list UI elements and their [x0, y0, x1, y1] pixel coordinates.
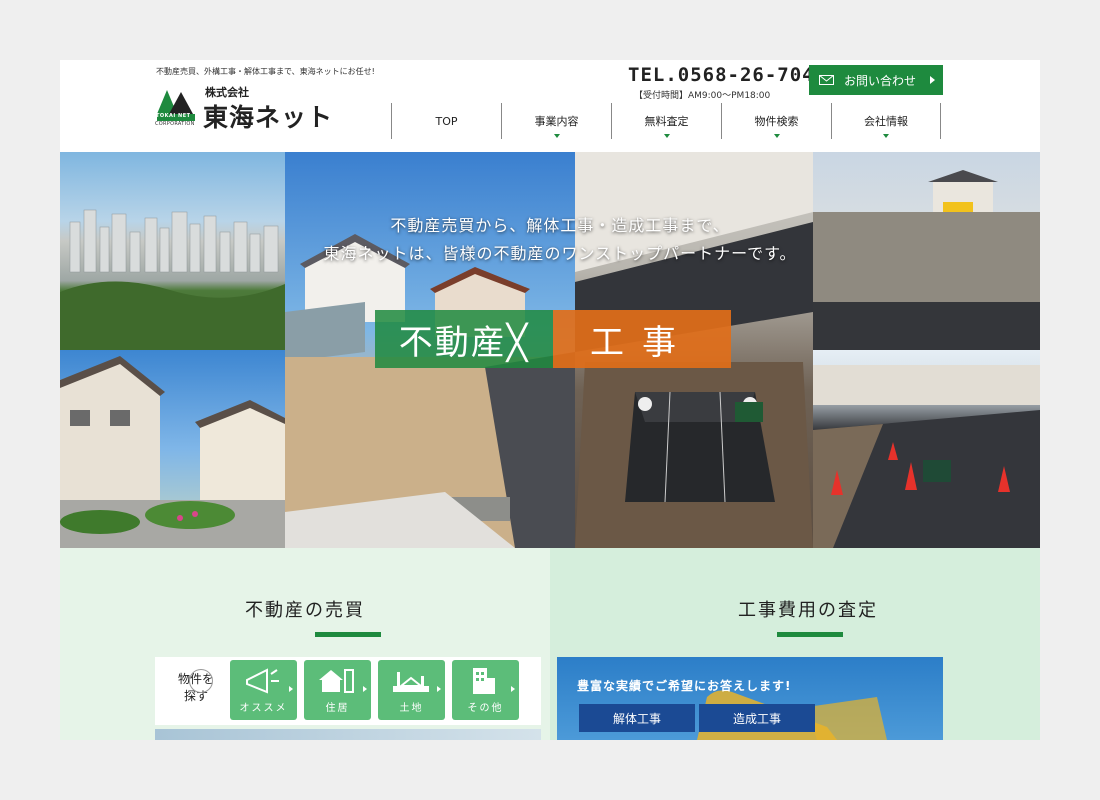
nav-item-label: 事業内容	[534, 115, 579, 128]
hero-title: 不動産╳ 工事	[375, 310, 731, 368]
search-icon	[189, 669, 213, 693]
category-label: 土地	[399, 703, 424, 714]
mail-icon	[819, 75, 834, 85]
road-cones-photo	[813, 350, 1040, 548]
nav-item-property-search[interactable]: 物件検索	[721, 103, 831, 139]
contact-button[interactable]: お問い合わせ	[809, 65, 943, 95]
real-estate-photo	[155, 729, 541, 740]
construction-estimate-message: 豊富な実績でご希望にお答えします!	[577, 679, 792, 693]
hero-banner: 不動産売買から、解体工事・造成工事まで、 東海ネットは、皆様の不動産のワンストッ…	[60, 152, 1040, 548]
megaphone-icon	[246, 668, 279, 694]
logo-mark-text: TOKAI NET	[156, 113, 191, 119]
category-land[interactable]: 土地	[378, 660, 445, 720]
site-header: 不動産売買、外構工事・解体工事まで、東海ネットにお任せ! TOKAI NET C…	[60, 60, 1040, 152]
category-label: 住居	[325, 703, 350, 714]
category-label: その他	[467, 703, 504, 714]
building-icon	[473, 668, 495, 694]
hero-line-2: 東海ネットは、皆様の不動産のワンストップパートナーです。	[323, 244, 797, 263]
contact-button-label: お問い合わせ	[844, 73, 917, 88]
logo-corporation-text: CORPORATION	[155, 121, 195, 127]
house-icon	[319, 669, 354, 693]
caret-down-icon	[883, 134, 889, 138]
real-estate-section-title: 不動産の売買	[245, 600, 365, 621]
land-development-photo	[813, 152, 1040, 350]
global-nav: TOP 事業内容 無料査定 物件検索 会社情報	[391, 103, 941, 139]
page: 不動産売買、外構工事・解体工事まで、東海ネットにお任せ! TOKAI NET C…	[60, 60, 1040, 740]
logo-company-name: 東海ネット	[203, 103, 334, 132]
arrow-right-icon	[437, 686, 441, 692]
construction-section-title: 工事費用の査定	[738, 600, 878, 621]
phone-number[interactable]: TEL.0568-26-7044	[628, 64, 827, 86]
hero-title-real-estate: 不動産╳	[375, 310, 553, 368]
header-tagline: 不動産売買、外構工事・解体工事まで、東海ネットにお任せ!	[156, 67, 375, 76]
tab-label: 解体工事	[612, 711, 661, 726]
caret-down-icon	[663, 134, 670, 138]
nav-item-top[interactable]: TOP	[391, 103, 501, 139]
tab-label: 造成工事	[732, 711, 781, 726]
category-label: オススメ	[239, 703, 288, 714]
tab-demolition[interactable]: 解体工事	[579, 704, 695, 732]
city-skyline-photo	[60, 152, 285, 350]
nav-item-label: 会社情報	[864, 115, 908, 128]
section-underline	[777, 632, 843, 637]
hero-line-1: 不動産売買から、解体工事・造成工事まで、	[390, 216, 730, 235]
category-recommended[interactable]: オススメ	[230, 660, 297, 720]
category-other[interactable]: その他	[452, 660, 519, 720]
nav-item-label: 物件検索	[754, 115, 799, 128]
land-icon	[393, 672, 429, 692]
site-logo[interactable]: TOKAI NET CORPORATION 株式会社 東海ネット	[153, 82, 343, 132]
nav-item-business[interactable]: 事業内容	[501, 103, 611, 139]
arrow-right-icon	[930, 76, 935, 84]
hero-title-construction: 工事	[553, 310, 731, 368]
houses-photo	[60, 350, 285, 548]
arrow-right-icon	[289, 686, 293, 692]
nav-item-label: TOP	[435, 114, 458, 128]
tab-land-development[interactable]: 造成工事	[699, 704, 815, 732]
nav-item-label: 無料査定	[644, 115, 689, 128]
hero-catchphrase: 不動産売買から、解体工事・造成工事まで、 東海ネットは、皆様の不動産のワンストッ…	[290, 212, 830, 268]
business-hours: 【受付時間】AM9:00〜PM18:00	[634, 91, 771, 101]
section-underline	[315, 632, 381, 637]
arrow-right-icon	[363, 686, 367, 692]
nav-item-free-assessment[interactable]: 無料査定	[611, 103, 721, 139]
caret-down-icon	[553, 134, 560, 138]
category-residence[interactable]: 住居	[304, 660, 371, 720]
arrow-right-icon	[511, 686, 515, 692]
construction-estimate-panel: 豊富な実績でご希望にお答えします! 解体工事 造成工事	[557, 657, 943, 740]
property-search-label: 物件を 探す	[175, 669, 217, 705]
nav-item-company[interactable]: 会社情報	[831, 103, 941, 139]
caret-down-icon	[773, 134, 780, 138]
property-search-panel: 物件を 探す オススメ 住居 土地 その他	[155, 657, 541, 725]
